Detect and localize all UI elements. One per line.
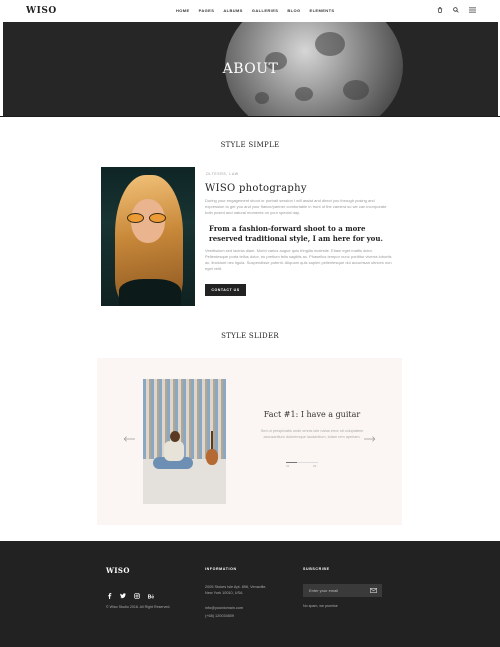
address-line-1: 2005 Stokes Isle Apt. 896, Venaville,: [205, 585, 267, 589]
nav-item-pages[interactable]: PAGES: [199, 8, 215, 13]
header-icons: [436, 6, 476, 14]
site-logo[interactable]: WISO: [26, 6, 57, 16]
instagram-icon[interactable]: [134, 593, 140, 599]
page-title: ABOUT: [222, 61, 279, 77]
about-kicker: OLTESRS, LAW: [206, 172, 239, 176]
fact-slider: Fact #1: I have a guitar Sed ut perspici…: [97, 358, 402, 525]
about-quote: From a fashion-forward shoot to a more r…: [209, 224, 383, 243]
nav-item-elements[interactable]: ELEMENTS: [310, 8, 335, 13]
slider-next-arrow-icon[interactable]: [363, 434, 377, 444]
hero-divider: [0, 116, 500, 117]
email-input[interactable]: [309, 588, 369, 593]
about-heading: WISO photography: [205, 183, 307, 194]
copyright-text: © Wiso Studio 2018. All Right Reserved.: [106, 605, 171, 609]
contact-email-link[interactable]: info@yourdomain.com: [205, 606, 243, 612]
nav-item-albums[interactable]: ALBUMS: [223, 8, 243, 13]
section-title-style-simple: STYLE SIMPLE: [220, 141, 280, 149]
contact-phone: (+68) 120034509: [205, 614, 235, 618]
nav-item-blog[interactable]: BLOG: [287, 8, 300, 13]
top-header: WISO HOME PAGES ALBUMS GALLERIES BLOG EL…: [0, 0, 500, 22]
contact-us-button[interactable]: CONTACT US: [205, 284, 246, 296]
information-heading: INFORMATION: [205, 567, 237, 571]
menu-icon[interactable]: [468, 6, 476, 14]
slide-progress-bar: [286, 462, 318, 463]
behance-icon[interactable]: [148, 593, 154, 599]
subscribe-heading: SUBSCRIBE: [303, 567, 330, 571]
subscribe-form: [303, 584, 382, 597]
slide-progress-fill: [286, 462, 297, 463]
cart-icon[interactable]: [436, 6, 444, 14]
about-paragraph-1: During your engagement shoot or portrait…: [205, 198, 387, 215]
slide-counter-current: 01: [286, 464, 290, 468]
spam-note: No spam, we promise: [303, 604, 338, 608]
section-title-style-slider: STYLE SLIDER: [221, 332, 279, 340]
hero-banner: ABOUT: [3, 22, 498, 116]
social-links: [106, 593, 154, 599]
nav-item-home[interactable]: HOME: [176, 8, 190, 13]
slider-prev-arrow-icon[interactable]: [122, 434, 136, 444]
slide-text: Sed ut perspiciatis unde omnis iste natu…: [260, 429, 364, 439]
main-nav: HOME PAGES ALBUMS GALLERIES BLOG ELEMENT…: [176, 8, 334, 13]
about-paragraph-2: Vestibulum sed lacinia diam. Morbi variu…: [205, 248, 392, 271]
site-footer: WISO © Wiso Studio 2018. All Right Reser…: [0, 541, 500, 647]
search-icon[interactable]: [452, 6, 460, 14]
portrait-image: [101, 167, 195, 306]
slide-counter-total: 03: [313, 464, 317, 468]
footer-logo[interactable]: WISO: [106, 566, 130, 575]
slide-title: Fact #1: I have a guitar: [263, 410, 361, 419]
address-line-2: New York 10010, USA: [205, 591, 243, 595]
nav-item-galleries[interactable]: GALLERIES: [252, 8, 279, 13]
twitter-icon[interactable]: [120, 593, 126, 599]
slide-image: [143, 379, 226, 504]
mail-send-icon[interactable]: [370, 587, 377, 593]
facebook-icon[interactable]: [106, 593, 112, 599]
